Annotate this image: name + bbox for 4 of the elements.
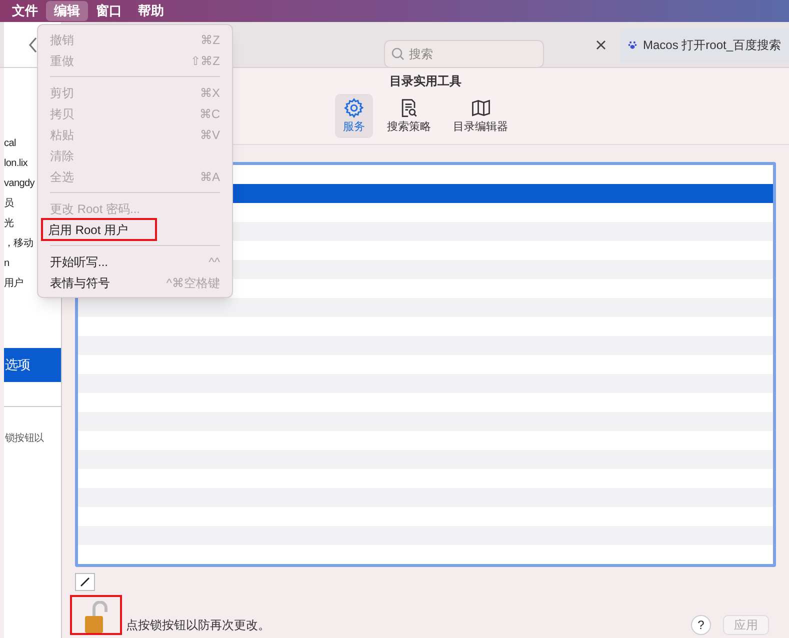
sidebar-footer-text: 锁按钮以 — [4, 432, 44, 446]
lock-hint-text: 点按锁按钮以防再次更改。 — [126, 616, 270, 634]
window-title: 目录实用工具 — [390, 73, 462, 90]
tab-title: Macos 打开root_百度搜索 — [642, 36, 781, 54]
